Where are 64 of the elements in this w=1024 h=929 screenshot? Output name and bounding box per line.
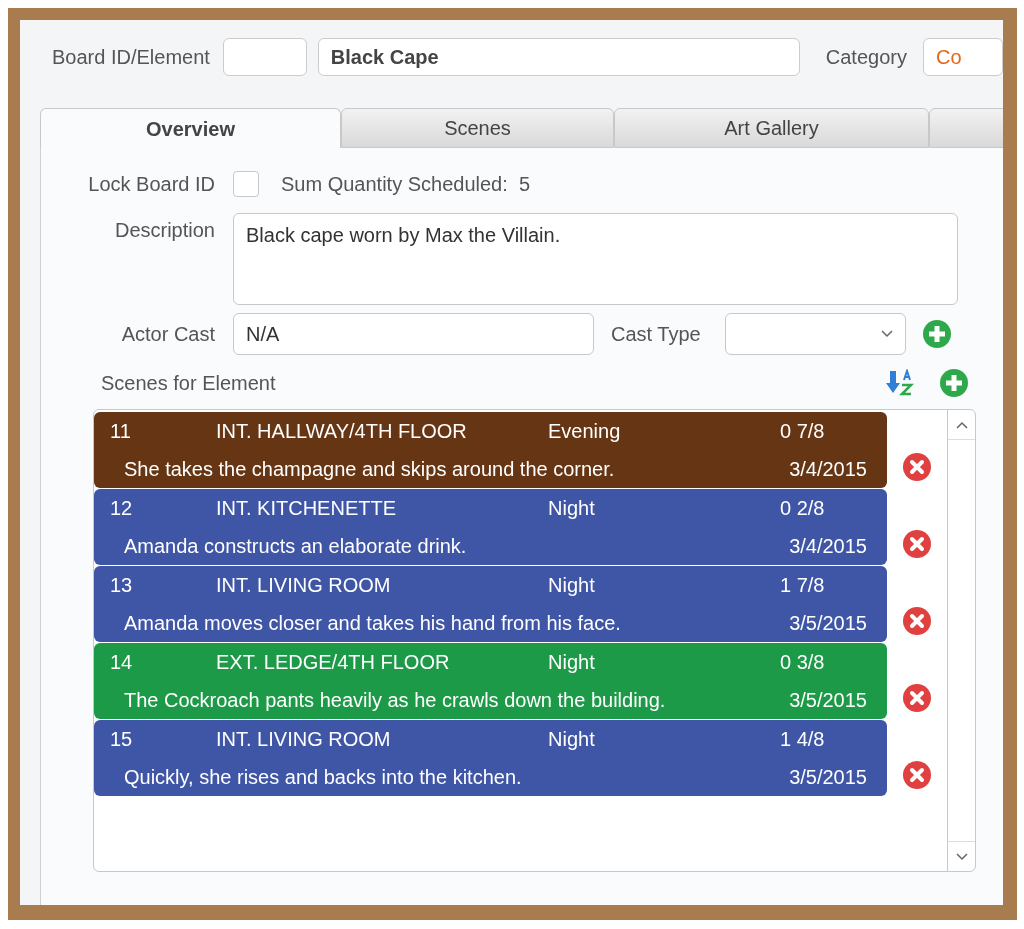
scene-date: 3/5/2015 (789, 611, 867, 636)
description-field[interactable]: Black cape worn by Max the Villain. (233, 213, 958, 305)
scene-date: 3/5/2015 (789, 765, 867, 790)
scene-description: The Cockroach pants heavily as he crawls down the building. (124, 688, 666, 713)
delete-icon[interactable] (902, 760, 932, 790)
board-id-field[interactable] (222, 38, 307, 76)
category-label: Category (825, 45, 908, 70)
scene-time: Night (548, 650, 596, 675)
scene-pages: 0 2/8 (780, 496, 825, 521)
scene-row[interactable]: 12 INT. KITCHENETTE Night 0 2/8 Amanda constructs an elaborate drink. 3/4/2015 (94, 489, 887, 565)
scene-row[interactable]: 11 INT. HALLWAY/4TH FLOOR Evening 0 7/8 She takes the champagne and skips around the corner. 3/4/2015 (94, 412, 887, 488)
scene-pages: 1 4/8 (780, 727, 825, 752)
cast-type-label: Cast Type (611, 322, 702, 347)
lock-board-id-checkbox[interactable] (233, 171, 259, 197)
scene-number: 11 (110, 419, 132, 444)
description-label: Description (113, 218, 216, 243)
scene-date: 3/5/2015 (789, 688, 867, 713)
scene-set: INT. LIVING ROOM (216, 727, 392, 752)
cast-type-select[interactable] (725, 313, 906, 355)
scene-pages: 0 3/8 (780, 650, 825, 675)
chevron-down-icon (955, 852, 968, 861)
board-id-label: Board ID/Element (52, 45, 211, 70)
sum-quantity-text: Sum Quantity Scheduled: 5 (281, 172, 531, 197)
add-icon[interactable] (922, 319, 952, 349)
scene-set: EXT. LEDGE/4TH FLOOR (216, 650, 451, 675)
scene-number: 15 (110, 727, 134, 752)
scene-time: Evening (548, 419, 622, 444)
scrollbar[interactable] (947, 410, 975, 871)
delete-icon[interactable] (902, 452, 932, 482)
scene-date: 3/4/2015 (789, 534, 867, 559)
chevron-down-icon (881, 330, 893, 338)
scene-pages: 1 7/8 (780, 573, 825, 598)
scene-pages: 0 7/8 (780, 419, 825, 444)
tab[interactable]: Overview (40, 108, 341, 148)
delete-icon[interactable] (902, 683, 932, 713)
actor-cast-label: Actor Cast (120, 322, 216, 347)
scene-row[interactable]: 13 INT. LIVING ROOM Night 1 7/8 Amanda moves closer and takes his hand from his face. 3/5/2015 (94, 566, 887, 642)
scene-row[interactable]: 15 INT. LIVING ROOM Night 1 4/8 Quickly, she rises and backs into the kitchen. 3/5/2015 (94, 720, 887, 796)
scene-time: Night (548, 573, 596, 598)
sort-icon[interactable] (885, 369, 915, 397)
scene-set: INT. LIVING ROOM (216, 573, 392, 598)
scene-date: 3/4/2015 (789, 457, 867, 482)
scene-description: Quickly, she rises and backs into the kitchen. (124, 765, 522, 790)
scene-row[interactable]: 14 EXT. LEDGE/4TH FLOOR Night 0 3/8 The Cockroach pants heavily as he crawls down the building. 3/5/2015 (94, 643, 887, 719)
add-icon[interactable] (939, 368, 969, 398)
scene-number: 14 (110, 650, 134, 675)
scenes-label: Scenes for Element (101, 371, 277, 396)
scene-set: INT. KITCHENETTE (216, 496, 397, 521)
tab[interactable]: Scenes (341, 108, 614, 148)
tab[interactable]: Art Gallery (614, 108, 929, 148)
scene-description: She takes the champagne and skips around the corner. (124, 457, 615, 482)
element-name-field[interactable]: Black Cape (317, 38, 800, 76)
lock-board-id-label: Lock Board ID (87, 172, 216, 197)
delete-icon[interactable] (902, 529, 932, 559)
scene-description: Amanda moves closer and takes his hand from his face. (124, 611, 621, 636)
scene-set: INT. HALLWAY/4TH FLOOR (216, 419, 468, 444)
scene-time: Night (548, 727, 596, 752)
scene-number: 13 (110, 573, 134, 598)
chevron-up-icon (955, 420, 968, 429)
scene-time: Night (548, 496, 596, 521)
scene-number: 12 (110, 496, 134, 521)
actor-cast-field[interactable]: N/A (233, 313, 594, 355)
scene-description: Amanda constructs an elaborate drink. (124, 534, 467, 559)
delete-icon[interactable] (902, 606, 932, 636)
